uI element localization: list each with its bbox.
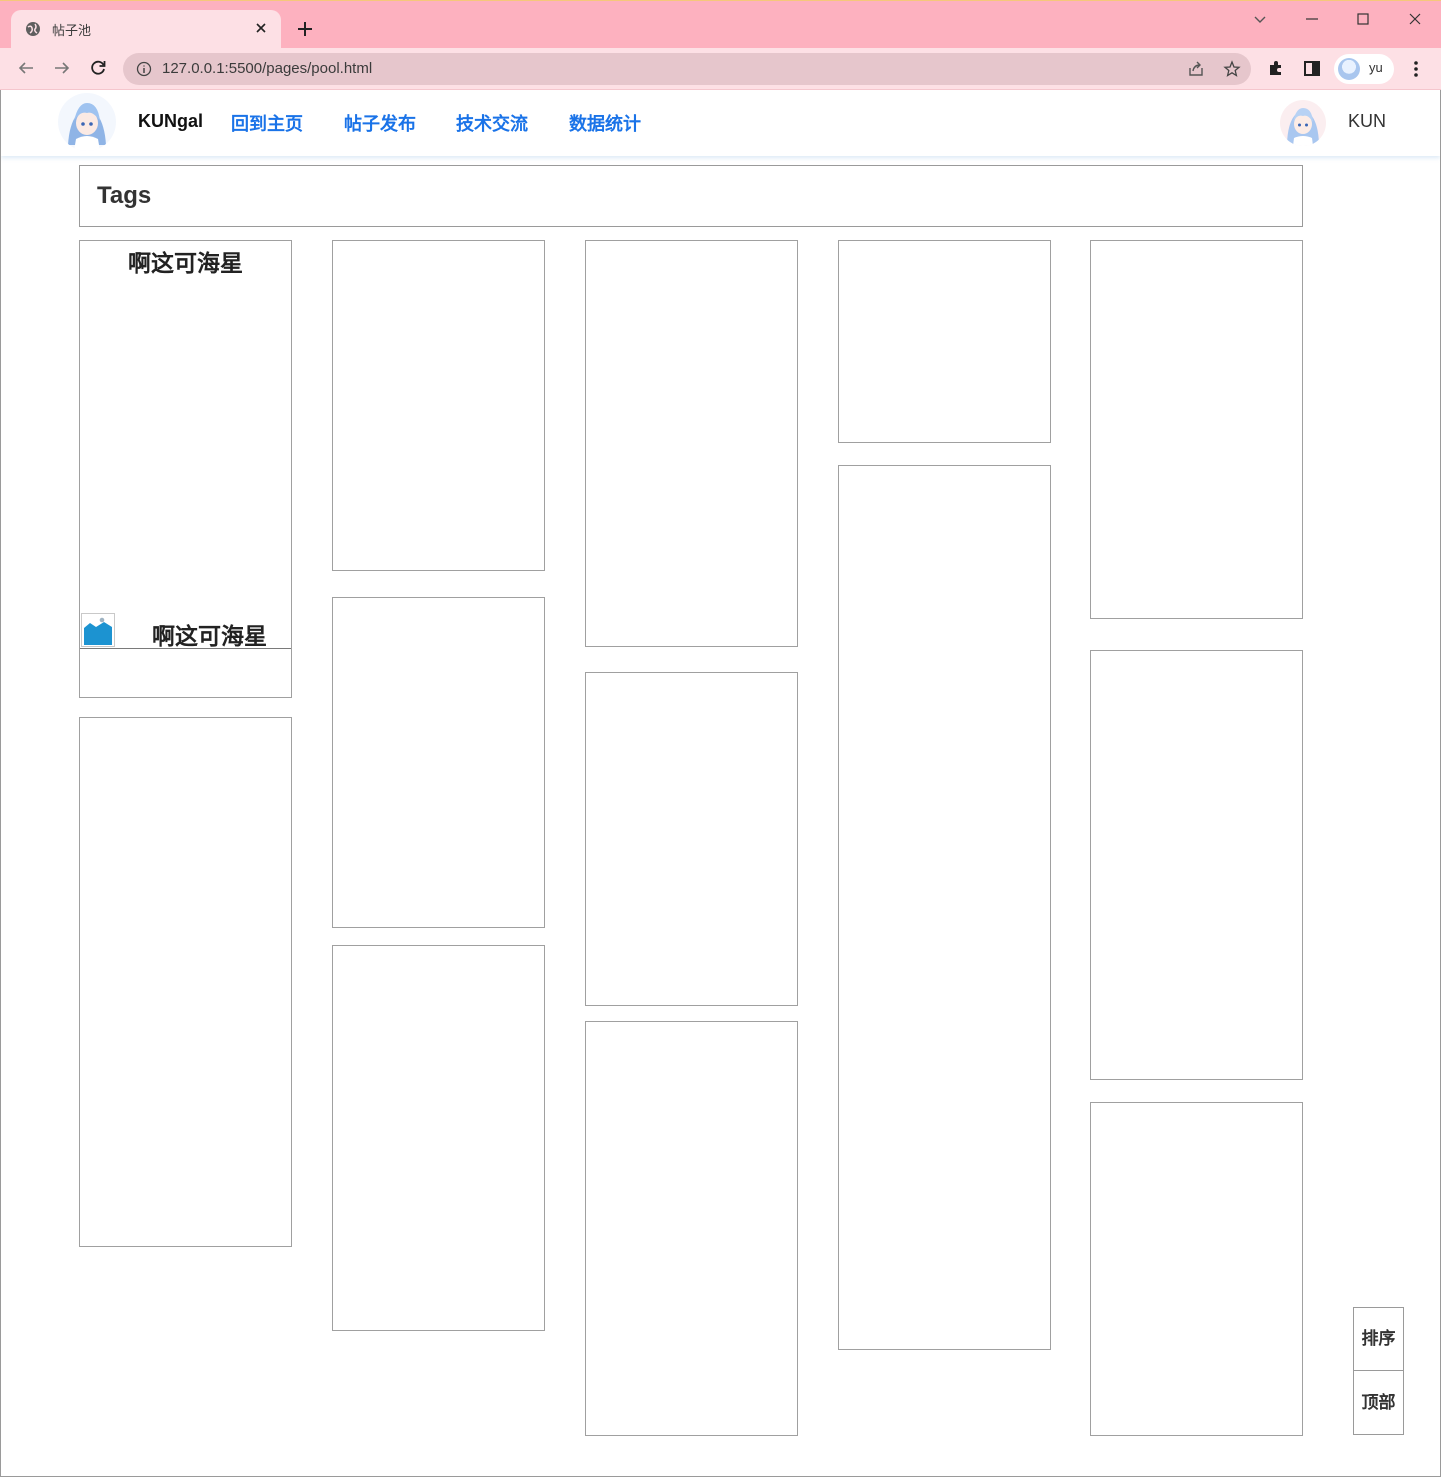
- extensions-icon[interactable]: [1266, 58, 1286, 78]
- post-card[interactable]: [1090, 650, 1303, 1080]
- bookmark-star-icon[interactable]: [1223, 60, 1241, 78]
- post-card[interactable]: [585, 672, 798, 1006]
- reload-icon[interactable]: [88, 58, 108, 78]
- close-tab-icon[interactable]: [253, 20, 269, 36]
- broken-image-icon: [81, 613, 115, 647]
- minimize-icon[interactable]: [1302, 9, 1322, 29]
- site-logo[interactable]: [58, 93, 116, 151]
- site-header: KUNgal 回到主页 帖子发布 技术交流 数据统计 KUN: [1, 90, 1440, 156]
- browser-titlebar: 帖子池: [0, 0, 1441, 50]
- post-card[interactable]: 啊这可海星 啊这可海星: [79, 240, 292, 698]
- post-card[interactable]: [332, 945, 545, 1331]
- globe-icon: [26, 22, 40, 36]
- browser-tab[interactable]: 帖子池: [11, 10, 281, 50]
- maximize-icon[interactable]: [1353, 9, 1373, 29]
- nav-post-publish[interactable]: 帖子发布: [344, 110, 416, 136]
- site-info-icon[interactable]: [136, 61, 152, 77]
- back-icon[interactable]: [16, 58, 36, 78]
- post-card[interactable]: [1090, 240, 1303, 619]
- post-card[interactable]: [838, 240, 1051, 443]
- close-window-icon[interactable]: [1405, 9, 1425, 29]
- new-tab-icon[interactable]: [296, 20, 314, 38]
- profile-avatar: [1338, 58, 1360, 80]
- share-icon[interactable]: [1187, 60, 1205, 78]
- url-text[interactable]: 127.0.0.1:5500/pages/pool.html: [162, 60, 372, 77]
- post-card[interactable]: [585, 1021, 798, 1436]
- post-author: 啊这可海星: [152, 624, 267, 650]
- forward-icon[interactable]: [52, 58, 72, 78]
- post-card[interactable]: [332, 240, 545, 571]
- post-card[interactable]: [1090, 1102, 1303, 1436]
- side-panel-icon[interactable]: [1302, 58, 1322, 78]
- tab-title: 帖子池: [52, 24, 92, 39]
- user-name[interactable]: KUN: [1348, 111, 1386, 132]
- brand-name[interactable]: KUNgal: [138, 111, 203, 132]
- tags-title: Tags: [97, 182, 152, 209]
- page-viewport: KUNgal 回到主页 帖子发布 技术交流 数据统计 KUN Tags 啊这可海…: [0, 90, 1441, 1477]
- post-card[interactable]: [332, 597, 545, 928]
- nav-home[interactable]: 回到主页: [231, 110, 303, 136]
- floating-actions: 排序 顶部: [1353, 1307, 1404, 1435]
- post-card[interactable]: [79, 717, 292, 1247]
- menu-kebab-icon[interactable]: [1408, 59, 1424, 79]
- tab-search-icon[interactable]: [1250, 9, 1270, 29]
- post-author-row: 啊这可海星: [80, 611, 291, 650]
- profile-button[interactable]: yu: [1334, 54, 1394, 84]
- post-title: 啊这可海星: [128, 251, 243, 277]
- profile-name: yu: [1369, 60, 1383, 75]
- tags-bar: Tags: [79, 165, 1303, 227]
- nav-statistics[interactable]: 数据统计: [569, 110, 641, 136]
- post-card[interactable]: [838, 465, 1051, 1350]
- back-to-top-button[interactable]: 顶部: [1354, 1372, 1403, 1435]
- sort-button[interactable]: 排序: [1354, 1308, 1403, 1371]
- user-avatar[interactable]: [1280, 100, 1326, 146]
- browser-toolbar: 127.0.0.1:5500/pages/pool.html yu: [0, 48, 1441, 90]
- nav-tech-exchange[interactable]: 技术交流: [456, 110, 528, 136]
- post-card[interactable]: [585, 240, 798, 647]
- address-bar[interactable]: 127.0.0.1:5500/pages/pool.html: [123, 53, 1251, 85]
